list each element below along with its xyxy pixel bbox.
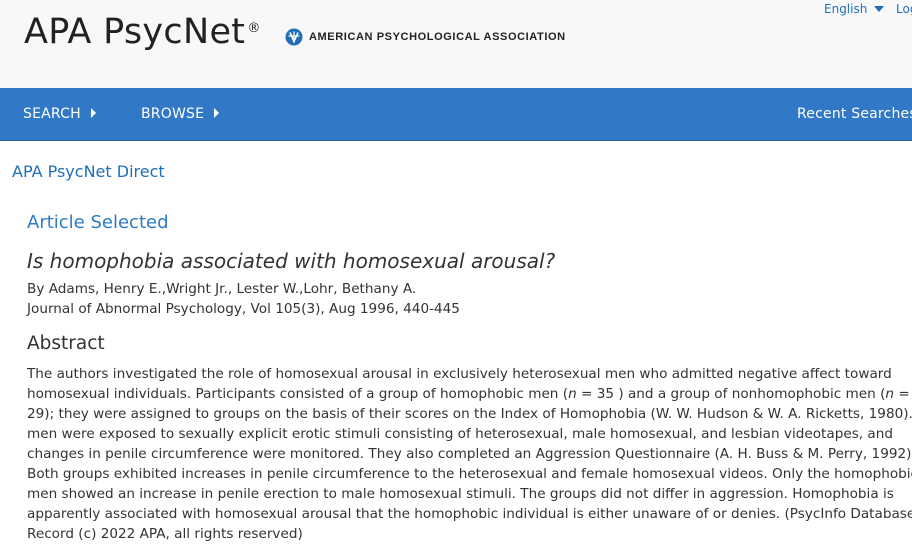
abstract-line: Record (c) 2022 APA, all rights reserved… <box>27 526 303 542</box>
association-name: AMERICAN PSYCHOLOGICAL ASSOCIATION <box>309 31 566 43</box>
registered-mark: ® <box>247 21 261 36</box>
abstract-line: men showed an increase in penile erectio… <box>27 486 894 502</box>
apa-association-logo[interactable]: AMERICAN PSYCHOLOGICAL ASSOCIATION <box>285 28 566 46</box>
main-navigation: SEARCH BROWSE Recent Searches <box>0 88 912 141</box>
caret-right-icon <box>214 108 220 118</box>
abstract-line: Both groups exhibited increases in penil… <box>27 466 912 482</box>
site-header: APA PsycNet ® AMERICAN PSYCHOLOGICAL ASSO… <box>0 0 912 88</box>
apa-psycnet-logo[interactable]: APA PsycNet ® <box>24 12 261 52</box>
section-heading: Article Selected <box>27 212 169 233</box>
language-label: English <box>824 2 868 16</box>
apa-logo-icon <box>285 28 303 46</box>
abstract-line: men were exposed to sexually explicit er… <box>27 426 893 442</box>
abstract-heading: Abstract <box>27 333 105 354</box>
article-journal-citation: Journal of Abnormal Psychology, Vol 105(… <box>27 301 460 317</box>
caret-right-icon <box>90 108 96 118</box>
abstract-line: The authors investigated the role of hom… <box>27 366 892 382</box>
abstract-line: homosexual individuals. Participants con… <box>27 386 910 402</box>
nav-recent-searches[interactable]: Recent Searches <box>797 88 912 140</box>
abstract-text: The authors investigated the role of hom… <box>27 364 912 544</box>
nav-browse[interactable]: BROWSE <box>141 88 220 140</box>
caret-down-icon <box>874 6 885 12</box>
nav-search-label: SEARCH <box>23 106 81 122</box>
abstract-line: 29); they were assigned to groups on the… <box>27 406 912 422</box>
article-authors: By Adams, Henry E.,Wright Jr., Lester W.… <box>27 281 417 297</box>
login-link[interactable]: Log <box>896 2 912 16</box>
abstract-line: changes in penile circumference were mon… <box>27 446 912 462</box>
article-title: Is homophobia associated with homosexual… <box>27 249 556 273</box>
nav-browse-label: BROWSE <box>141 106 205 122</box>
breadcrumb[interactable]: APA PsycNet Direct <box>12 162 165 181</box>
nav-search[interactable]: SEARCH <box>23 88 96 140</box>
abstract-line: apparently associated with homosexual ar… <box>27 506 912 522</box>
brand-text: APA PsycNet <box>24 12 246 52</box>
language-selector[interactable]: English <box>824 2 885 16</box>
